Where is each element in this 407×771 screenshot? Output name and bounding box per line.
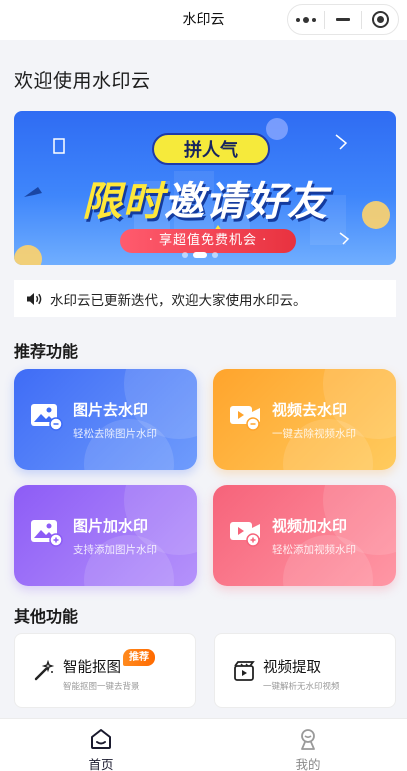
card-title: 智能抠图 <box>63 660 121 676</box>
card-title: 视频提取 <box>263 660 321 676</box>
smart-cutout-card[interactable]: 智能抠图 推荐 智能抠图一键去背景 <box>14 633 196 708</box>
notice-bar[interactable]: 水印云已更新迭代，欢迎大家使用水印云。 <box>14 280 396 317</box>
card-subtitle: 轻松添加视频水印 <box>272 544 356 556</box>
clapperboard-icon <box>233 660 255 686</box>
tab-label: 我的 <box>295 757 321 771</box>
more-button[interactable] <box>288 5 324 34</box>
banner-pagination <box>182 252 218 258</box>
profile-icon <box>296 727 320 755</box>
navigation-bar: 水印云 <box>0 0 407 40</box>
tab-bar: 首页 我的 <box>0 718 407 771</box>
promo-banner[interactable]: 拼人气 限时邀请好友 · 享超值免费机会 · <box>14 111 396 265</box>
minus-icon <box>336 18 350 21</box>
banner-title: 限时邀请好友 <box>82 179 328 225</box>
card-subtitle: 智能抠图一键去背景 <box>63 682 140 692</box>
card-title: 视频加水印 <box>272 517 348 535</box>
image-remove-watermark-card[interactable]: 图片去水印 轻松去除图片水印 <box>14 369 197 470</box>
welcome-heading: 欢迎使用水印云 <box>14 70 151 92</box>
card-title: 视频去水印 <box>272 401 348 419</box>
tab-home[interactable]: 首页 <box>51 719 151 771</box>
target-close-icon <box>371 11 389 28</box>
video-camera-icon <box>229 519 263 551</box>
card-subtitle: 一键解析无水印视频 <box>263 682 340 692</box>
card-title: 图片去水印 <box>73 401 149 419</box>
home-icon <box>89 727 113 755</box>
image-add-watermark-card[interactable]: 图片加水印 支持添加图片水印 <box>14 485 197 586</box>
speaker-icon <box>26 292 43 306</box>
magic-wand-icon <box>33 659 55 686</box>
video-extract-card[interactable]: 视频提取 一键解析无水印视频 <box>214 633 396 708</box>
image-icon <box>30 519 64 551</box>
banner-subtitle: · 享超值免费机会 · <box>120 229 296 253</box>
recommended-section-title: 推荐功能 <box>14 342 79 361</box>
recommend-badge: 推荐 <box>123 649 155 666</box>
tab-label: 首页 <box>88 757 114 771</box>
close-button[interactable] <box>362 5 398 34</box>
tab-profile[interactable]: 我的 <box>258 719 358 771</box>
card-subtitle: 支持添加图片水印 <box>73 544 157 556</box>
card-subtitle: 一键去除视频水印 <box>272 428 356 440</box>
video-add-watermark-card[interactable]: 视频加水印 轻松添加视频水印 <box>213 485 396 586</box>
more-dots-icon <box>296 16 316 23</box>
mini-program-capsule <box>287 4 399 35</box>
card-title: 图片加水印 <box>73 517 149 535</box>
video-camera-icon <box>229 403 263 435</box>
notice-text: 水印云已更新迭代，欢迎大家使用水印云。 <box>50 292 307 309</box>
minimize-button[interactable] <box>325 5 361 34</box>
video-remove-watermark-card[interactable]: 视频去水印 一键去除视频水印 <box>213 369 396 470</box>
banner-tag: 拼人气 <box>152 133 270 165</box>
image-icon <box>30 403 64 435</box>
other-section-title: 其他功能 <box>14 607 79 626</box>
card-subtitle: 轻松去除图片水印 <box>73 428 157 440</box>
